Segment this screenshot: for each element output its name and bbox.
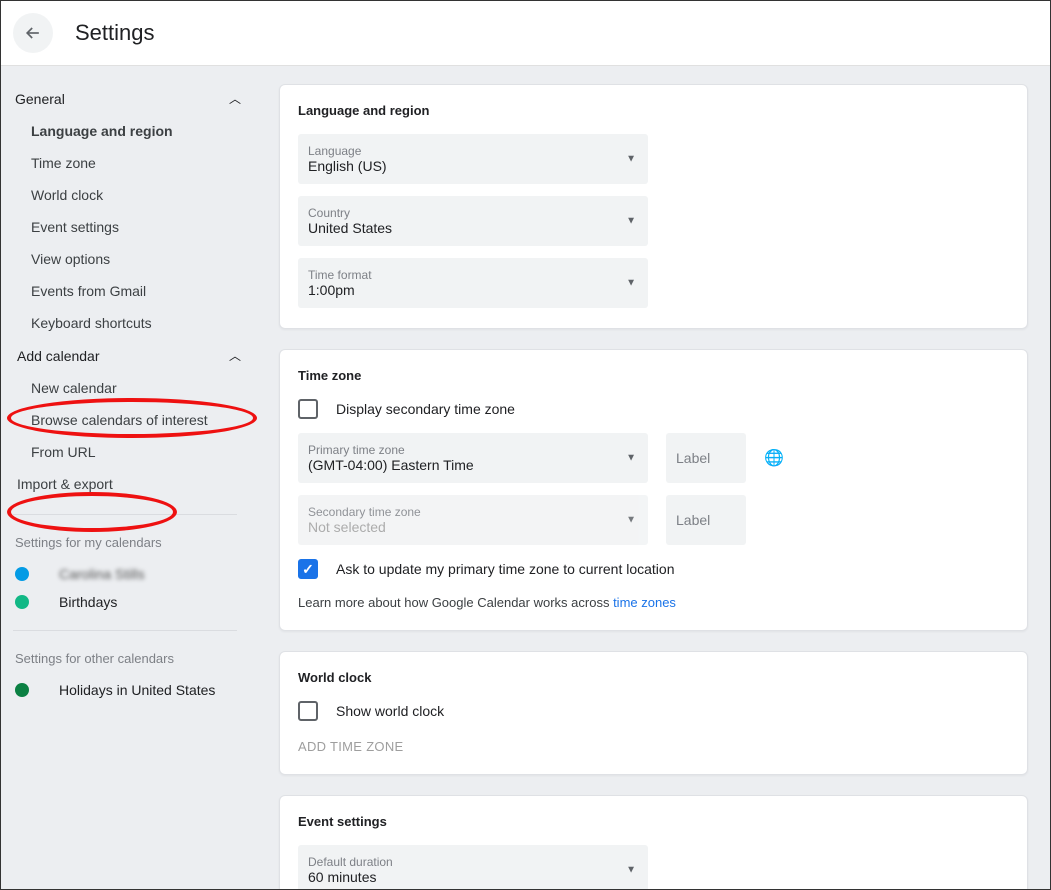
sidebar-section-general[interactable]: General ︿	[13, 82, 257, 115]
learn-more-text: Learn more about how Google Calendar wor…	[298, 595, 1009, 610]
sidebar-item-language-region[interactable]: Language and region	[13, 115, 257, 147]
other-calendars-heading: Settings for other calendars	[13, 645, 257, 676]
dropdown-value: English (US)	[308, 158, 638, 174]
dropdown-value: 1:00pm	[308, 282, 638, 298]
sidebar-item-from-url[interactable]: From URL	[13, 436, 257, 468]
app-header: Settings	[1, 1, 1050, 66]
sidebar-item-new-calendar[interactable]: New calendar	[13, 372, 257, 404]
add-calendar-label: Add calendar	[17, 348, 100, 364]
time-format-dropdown[interactable]: Time format 1:00pm ▼	[298, 258, 648, 308]
sidebar-item-events-gmail[interactable]: Events from Gmail	[13, 275, 257, 307]
calendar-row[interactable]: Carolina Stills	[13, 560, 257, 588]
calendar-name: Birthdays	[59, 594, 117, 610]
add-time-zone-button[interactable]: ADD TIME ZONE	[298, 739, 1009, 754]
checkbox-label: Ask to update my primary time zone to cu…	[336, 561, 674, 577]
card-world-clock: World clock Show world clock ADD TIME ZO…	[279, 651, 1028, 775]
dropdown-value: United States	[308, 220, 638, 236]
card-heading: Event settings	[298, 814, 1009, 829]
settings-sidebar: General ︿ Language and region Time zone …	[1, 66, 257, 889]
calendar-row[interactable]: Holidays in United States	[13, 676, 257, 704]
display-secondary-checkbox[interactable]	[298, 399, 318, 419]
divider	[13, 514, 237, 515]
calendar-name: Holidays in United States	[59, 682, 215, 698]
dropdown-label: Language	[308, 144, 638, 158]
secondary-label-input[interactable]: Label	[666, 495, 746, 545]
ask-update-checkbox[interactable]	[298, 559, 318, 579]
globe-icon: 🌐	[764, 448, 784, 468]
primary-timezone-dropdown[interactable]: Primary time zone (GMT-04:00) Eastern Ti…	[298, 433, 648, 483]
card-language-region: Language and region Language English (US…	[279, 84, 1028, 329]
calendar-dot-icon	[15, 683, 29, 697]
card-event-settings: Event settings Default duration 60 minut…	[279, 795, 1028, 889]
chevron-down-icon: ▼	[626, 154, 636, 165]
chevron-down-icon: ▼	[626, 216, 636, 227]
secondary-timezone-dropdown[interactable]: Secondary time zone Not selected ▼	[298, 495, 648, 545]
sidebar-section-add-calendar[interactable]: Add calendar ︿	[13, 339, 257, 372]
time-zones-link[interactable]: time zones	[613, 595, 676, 610]
chevron-down-icon: ▼	[626, 865, 636, 876]
my-calendars-heading: Settings for my calendars	[13, 529, 257, 560]
primary-label-input[interactable]: Label	[666, 433, 746, 483]
dropdown-label: Primary time zone	[308, 443, 638, 457]
card-time-zone: Time zone Display secondary time zone Pr…	[279, 349, 1028, 631]
calendar-dot-icon	[15, 567, 29, 581]
show-world-clock-checkbox[interactable]	[298, 701, 318, 721]
language-dropdown[interactable]: Language English (US) ▼	[298, 134, 648, 184]
card-heading: Language and region	[298, 103, 1009, 118]
card-heading: Time zone	[298, 368, 1009, 383]
sidebar-item-event-settings[interactable]: Event settings	[13, 211, 257, 243]
chevron-up-icon: ︿	[229, 347, 241, 364]
divider	[13, 630, 237, 631]
sidebar-item-view-options[interactable]: View options	[13, 243, 257, 275]
dropdown-value: (GMT-04:00) Eastern Time	[308, 457, 638, 473]
dropdown-value: Not selected	[308, 519, 638, 535]
chevron-down-icon: ▼	[626, 453, 636, 464]
calendar-name: Carolina Stills	[59, 566, 145, 582]
dropdown-label: Secondary time zone	[308, 505, 638, 519]
chevron-up-icon: ︿	[229, 90, 241, 107]
dropdown-value: 60 minutes	[308, 869, 638, 885]
chevron-down-icon: ▼	[626, 515, 636, 526]
country-dropdown[interactable]: Country United States ▼	[298, 196, 648, 246]
chevron-down-icon: ▼	[626, 278, 636, 289]
default-duration-dropdown[interactable]: Default duration 60 minutes ▼	[298, 845, 648, 889]
back-button[interactable]	[13, 13, 53, 53]
calendar-row[interactable]: Birthdays	[13, 588, 257, 616]
page-title: Settings	[75, 20, 155, 46]
sidebar-item-browse-calendars[interactable]: Browse calendars of interest	[13, 404, 257, 436]
sidebar-item-world-clock[interactable]: World clock	[13, 179, 257, 211]
sidebar-item-import-export[interactable]: Import & export	[13, 468, 257, 500]
dropdown-label: Default duration	[308, 855, 638, 869]
card-heading: World clock	[298, 670, 1009, 685]
settings-main: Language and region Language English (US…	[257, 66, 1050, 889]
dropdown-label: Country	[308, 206, 638, 220]
checkbox-label: Show world clock	[336, 703, 444, 719]
sidebar-item-keyboard-shortcuts[interactable]: Keyboard shortcuts	[13, 307, 257, 339]
dropdown-label: Time format	[308, 268, 638, 282]
general-label: General	[15, 91, 65, 107]
arrow-left-icon	[23, 23, 43, 43]
checkbox-label: Display secondary time zone	[336, 401, 515, 417]
sidebar-item-time-zone[interactable]: Time zone	[13, 147, 257, 179]
calendar-dot-icon	[15, 595, 29, 609]
